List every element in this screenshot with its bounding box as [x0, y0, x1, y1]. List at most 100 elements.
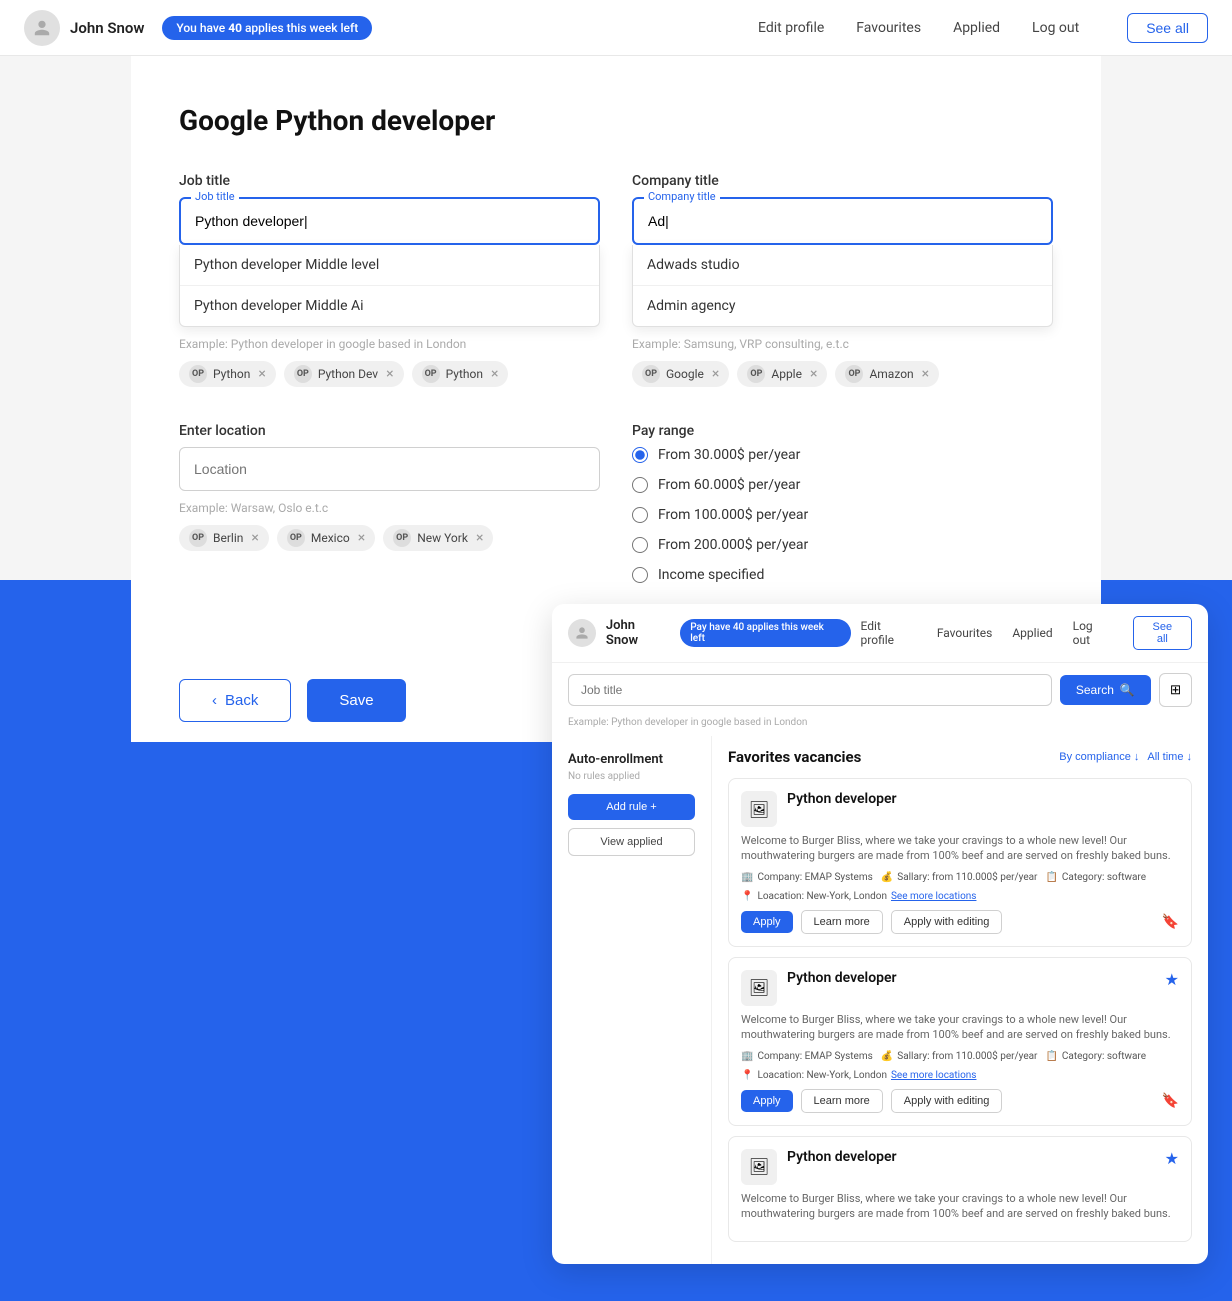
company-tag-1-close[interactable]: ×: [810, 367, 817, 381]
company-title-input[interactable]: [634, 199, 1051, 243]
see-more-locations-1[interactable]: See more locations: [891, 1070, 976, 1081]
star-icon-1[interactable]: ★: [1165, 970, 1179, 989]
nav-favourites[interactable]: Favourites: [856, 20, 921, 36]
job-category-0: 📋 Category: software: [1045, 872, 1146, 883]
preview-see-all-button[interactable]: See all: [1133, 616, 1192, 650]
pay-range-options: From 30.000$ per/year From 60.000$ per/y…: [632, 447, 1053, 583]
location-label: Enter location: [179, 423, 600, 439]
back-button[interactable]: ‹ Back: [179, 679, 291, 722]
sort-compliance-button[interactable]: By compliance ↓: [1059, 751, 1139, 763]
preview-search-input[interactable]: [568, 674, 1052, 706]
preview-search-row: Search 🔍 ⊞: [552, 663, 1208, 717]
sort-time-button[interactable]: All time ↓: [1147, 751, 1192, 763]
nav-edit-profile[interactable]: Edit profile: [758, 20, 824, 36]
preview-body: Auto-enrollment No rules applied Add rul…: [552, 736, 1208, 1264]
salary-icon: 💰: [881, 872, 893, 883]
company-icon-1: 🏢: [741, 1051, 753, 1062]
job-title-input[interactable]: [181, 199, 598, 243]
company-tag-2-close[interactable]: ×: [922, 367, 929, 381]
job-title-col: Job title Job title Python developer Mid…: [179, 173, 600, 387]
preview-applies-badge: Pay have 40 applies this week left: [680, 619, 850, 647]
preview-nav-edit[interactable]: Edit profile: [861, 619, 917, 647]
location-input[interactable]: [180, 448, 599, 490]
company-title-tags: OP Google × OP Apple × OP Amazon ×: [632, 361, 1053, 387]
apply-button-0[interactable]: Apply: [741, 911, 793, 933]
star-icon-2[interactable]: ★: [1165, 1149, 1179, 1168]
company-tag-0-close[interactable]: ×: [712, 367, 719, 381]
form-row-2: Enter location Example: Warsaw, Oslo e.t…: [179, 423, 1053, 583]
job-suggestion-0[interactable]: Python developer Middle level: [180, 245, 599, 285]
page-title: Google Python developer: [179, 104, 1053, 137]
apply-edit-button-1[interactable]: Apply with editing: [891, 1089, 1003, 1113]
preview-avatar: [568, 619, 596, 647]
job-tag-2: OP Python ×: [412, 361, 509, 387]
learn-more-button-0[interactable]: Learn more: [801, 910, 883, 934]
see-all-button[interactable]: See all: [1127, 13, 1208, 43]
company-suggestion-1[interactable]: Admin agency: [633, 285, 1052, 326]
job-title-0: Python developer: [787, 791, 1179, 807]
company-tag-1: OP Apple ×: [737, 361, 827, 387]
job-title-floating: Job title: [191, 190, 239, 203]
sort-controls: By compliance ↓ All time ↓: [1059, 751, 1192, 763]
job-category-1: 📋 Category: software: [1045, 1051, 1146, 1062]
location-input-wrapper: [179, 447, 600, 491]
nav-links: Edit profile Favourites Applied Log out …: [758, 13, 1208, 43]
form-row-1: Job title Job title Python developer Mid…: [179, 173, 1053, 387]
preview-nav-logout[interactable]: Log out: [1073, 619, 1113, 647]
job-tag-1-close[interactable]: ×: [386, 367, 393, 381]
company-icon: 🏢: [741, 872, 753, 883]
preview-panel: John Snow Pay have 40 applies this week …: [552, 580, 1232, 1301]
location-col: Enter location Example: Warsaw, Oslo e.t…: [179, 423, 600, 583]
job-card-0: 🖼 Python developer Welcome to Burger Bli…: [728, 778, 1192, 947]
location-tag-1: OP Mexico ×: [277, 525, 375, 551]
company-tag-0: OP Google ×: [632, 361, 729, 387]
company-suggestion-0[interactable]: Adwads studio: [633, 245, 1052, 285]
nav-logout[interactable]: Log out: [1032, 20, 1079, 36]
see-more-locations-0[interactable]: See more locations: [891, 891, 976, 902]
apply-button-1[interactable]: Apply: [741, 1090, 793, 1112]
job-salary-1: 💰 Sallary: from 110.000$ per/year: [881, 1051, 1038, 1062]
learn-more-button-1[interactable]: Learn more: [801, 1089, 883, 1113]
company-tag-2: OP Amazon ×: [835, 361, 939, 387]
job-salary-0: 💰 Sallary: from 110.000$ per/year: [881, 872, 1038, 883]
company-title-example: Example: Samsung, VRP consulting, e.t.c: [632, 337, 1053, 351]
job-location-meta-0: 📍 Loacation: New-York, London See more l…: [741, 891, 1179, 902]
job-tag-0-close[interactable]: ×: [258, 367, 265, 381]
salary-icon-1: 💰: [881, 1051, 893, 1062]
view-applied-button[interactable]: View applied: [568, 828, 695, 856]
job-suggestion-1[interactable]: Python developer Middle Ai: [180, 285, 599, 326]
job-card-0-header: 🖼 Python developer: [741, 791, 1179, 827]
favorite-icon-0[interactable]: 🔖: [1162, 914, 1179, 930]
auto-enrollment-title: Auto-enrollment: [568, 752, 695, 767]
preview-nav-applied[interactable]: Applied: [1012, 626, 1052, 640]
pay-option-0[interactable]: From 30.000$ per/year: [632, 447, 1053, 463]
job-title-2: Python developer: [787, 1149, 1155, 1165]
preview-nav: John Snow Pay have 40 applies this week …: [552, 604, 1208, 663]
job-card-1: 🖼 Python developer ★ Welcome to Burger B…: [728, 957, 1192, 1126]
pay-option-2[interactable]: From 100.000$ per/year: [632, 507, 1053, 523]
nav-applied[interactable]: Applied: [953, 20, 1000, 36]
location-tag-1-close[interactable]: ×: [358, 531, 365, 545]
job-card-2-header: 🖼 Python developer ★: [741, 1149, 1179, 1185]
pay-option-3[interactable]: From 200.000$ per/year: [632, 537, 1053, 553]
add-rule-button[interactable]: Add rule +: [568, 794, 695, 820]
apply-edit-button-0[interactable]: Apply with editing: [891, 910, 1003, 934]
save-button[interactable]: Save: [307, 679, 405, 722]
location-tag-2-close[interactable]: ×: [476, 531, 483, 545]
category-icon-1: 📋: [1045, 1051, 1057, 1062]
preview-search-button[interactable]: Search 🔍: [1060, 675, 1151, 705]
preview-nav-fav[interactable]: Favourites: [937, 626, 993, 640]
preview-grid-button[interactable]: ⊞: [1159, 673, 1192, 707]
job-company-0: 🏢 Company: EMAP Systems: [741, 872, 873, 883]
top-navigation: John Snow You have 40 applies this week …: [0, 0, 1232, 56]
job-title-1: Python developer: [787, 970, 1155, 986]
preview-nav-links: Edit profile Favourites Applied Log out …: [861, 616, 1192, 650]
job-location-1: 📍 Loacation: New-York, London See more l…: [741, 1070, 976, 1081]
job-tag-2-close[interactable]: ×: [491, 367, 498, 381]
job-actions-0: Apply Learn more Apply with editing 🔖: [741, 910, 1179, 934]
job-location-meta-1: 📍 Loacation: New-York, London See more l…: [741, 1070, 1179, 1081]
location-tag-0-close[interactable]: ×: [251, 531, 258, 545]
location-tag-0: OP Berlin ×: [179, 525, 269, 551]
pay-option-1[interactable]: From 60.000$ per/year: [632, 477, 1053, 493]
favorite-icon-1[interactable]: 🔖: [1162, 1093, 1179, 1109]
